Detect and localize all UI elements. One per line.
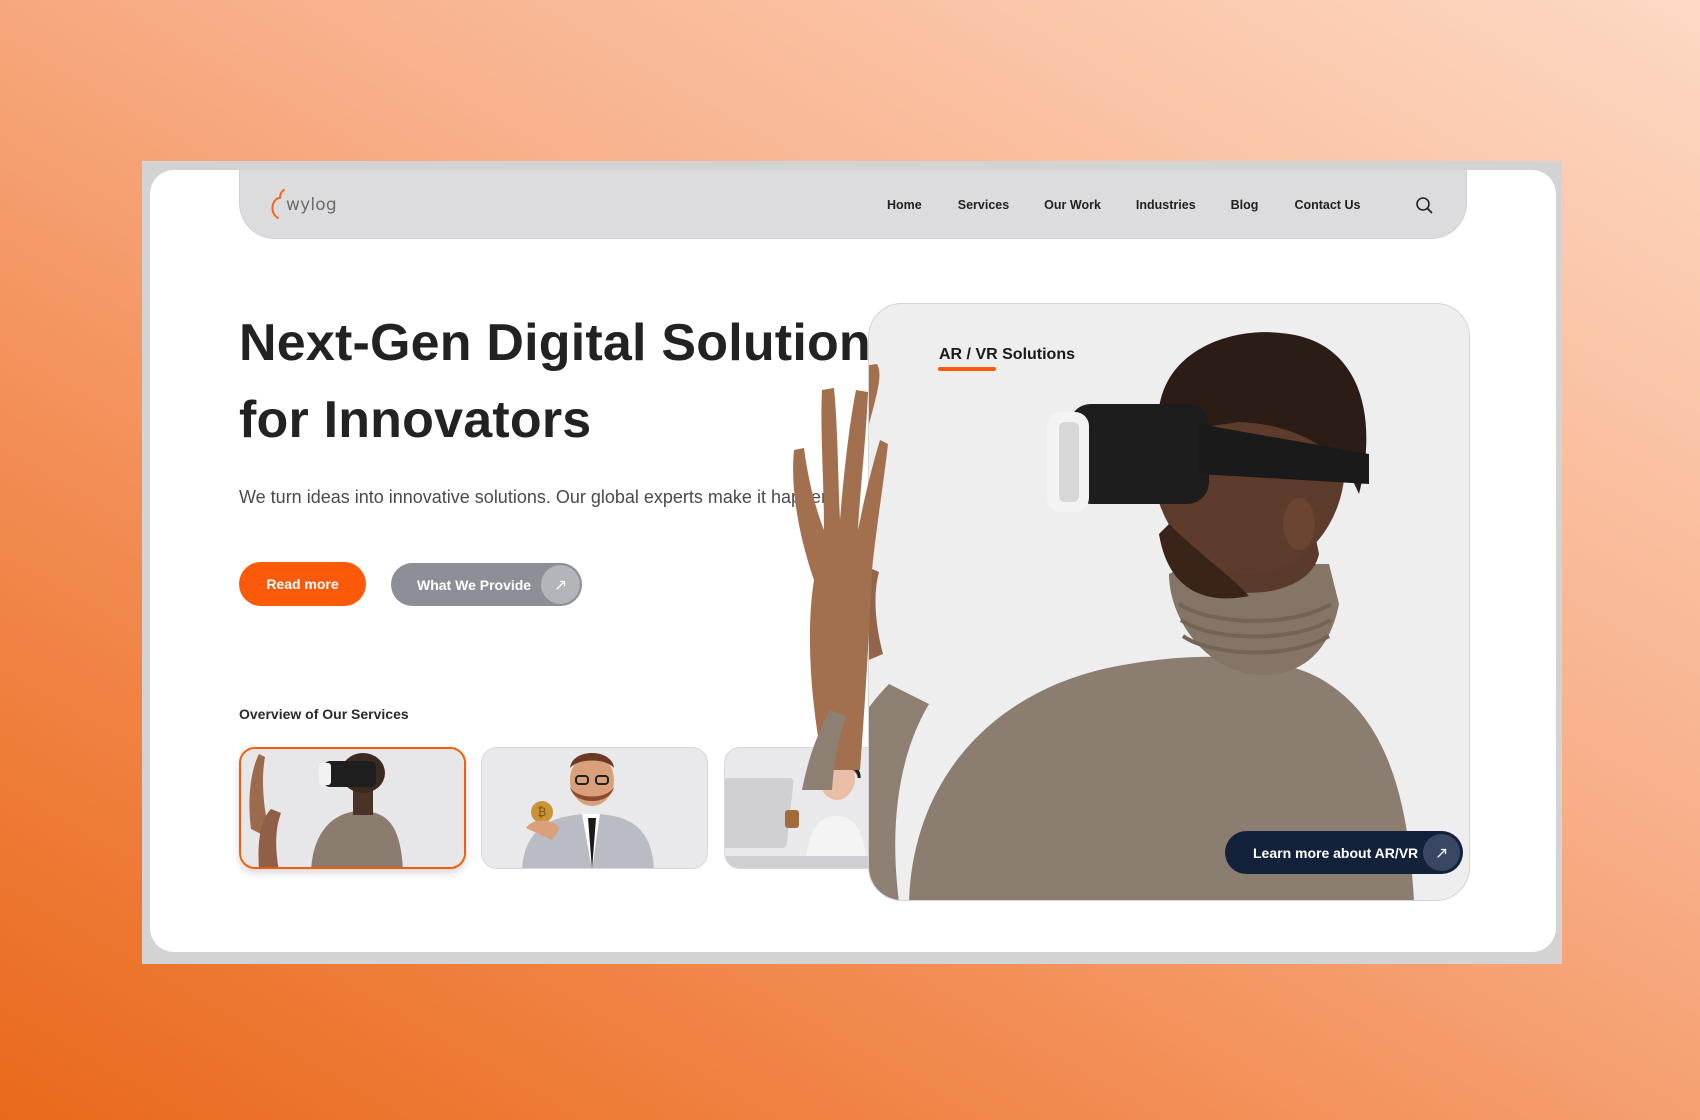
svg-text:₿: ₿ xyxy=(538,805,547,819)
man-vr-headset-image xyxy=(241,749,464,867)
hero-headline-line-1: Next-Gen Digital Solutions xyxy=(239,314,901,372)
logo-mark-icon xyxy=(271,189,285,219)
search-icon xyxy=(1416,197,1433,214)
brand-logo[interactable]: wylog xyxy=(268,188,337,222)
page-card: wylog Home Services Our Work Industries … xyxy=(150,170,1556,952)
nav-item-services[interactable]: Services xyxy=(958,198,1009,212)
nav-item-industries[interactable]: Industries xyxy=(1136,198,1196,212)
nav-item-contact-us[interactable]: Contact Us xyxy=(1294,198,1360,212)
service-thumb-ar-vr[interactable] xyxy=(239,747,466,869)
hero-subtitle: We turn ideas into innovative solutions.… xyxy=(239,487,837,507)
learn-more-label: Learn more about AR/VR xyxy=(1253,844,1419,861)
what-we-provide-label: What We Provide xyxy=(417,576,532,593)
overview-label: Overview of Our Services xyxy=(239,706,409,722)
service-thumb-blockchain[interactable]: ₿ xyxy=(481,747,708,869)
learn-more-ar-vr-button[interactable]: Learn more about AR/VR xyxy=(1225,831,1463,874)
top-nav: wylog Home Services Our Work Industries … xyxy=(239,170,1467,239)
feature-panel-ar-vr: AR / VR Solutions Learn more about AR/VR xyxy=(868,303,1470,901)
nav-item-blog[interactable]: Blog xyxy=(1231,198,1259,212)
arrow-up-right-icon xyxy=(541,565,580,604)
nav-item-home[interactable]: Home xyxy=(887,198,922,212)
man-vr-headset-hero-image xyxy=(869,332,1414,900)
nav-links: Home Services Our Work Industries Blog C… xyxy=(887,198,1360,212)
read-more-button[interactable]: Read more xyxy=(239,562,366,606)
arrow-up-right-icon xyxy=(1423,834,1460,871)
brand-name: wylog xyxy=(286,195,337,215)
hero-headline-line-2: for Innovators xyxy=(239,391,592,449)
what-we-provide-button[interactable]: What We Provide xyxy=(391,563,582,606)
man-holding-bitcoin-image: ₿ xyxy=(482,748,707,868)
search-button[interactable] xyxy=(1415,196,1433,214)
raised-hand-image xyxy=(793,388,888,790)
nav-item-our-work[interactable]: Our Work xyxy=(1044,198,1101,212)
